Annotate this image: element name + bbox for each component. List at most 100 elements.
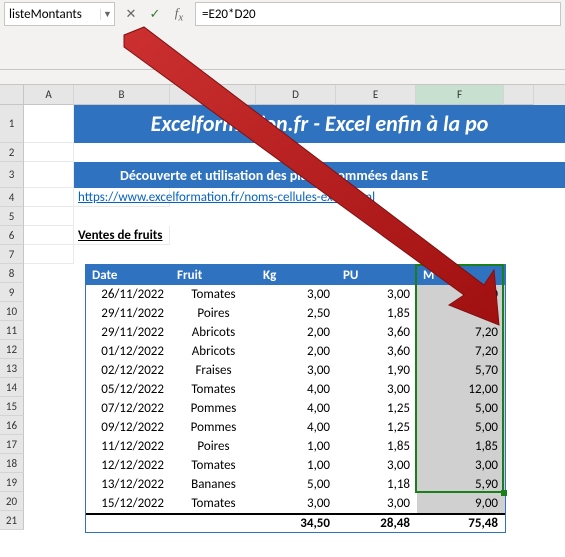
table-row[interactable]: 07/12/2022Pommes4,001,255,00 [86,399,505,418]
row-header[interactable]: 4 [0,188,24,207]
fill-handle[interactable] [501,490,507,496]
cell-pu[interactable]: 3,00 [337,285,417,304]
cell-fruit[interactable]: Tomates [171,380,257,399]
cell-fruit[interactable]: Pommes [171,399,257,418]
row-header[interactable]: 6 [0,226,24,245]
table-row[interactable]: 09/12/2022Pommes4,001,255,00 [86,418,505,437]
cell-fruit[interactable]: Tomates [171,456,257,475]
cell-pu[interactable]: 1,85 [337,304,417,323]
cell-date[interactable]: 12/12/2022 [86,456,171,475]
cell-m[interactable]: 1,85 [417,437,505,456]
table-row[interactable]: 26/11/2022Tomates3,003,009,00 [86,285,505,304]
cell-date[interactable]: 15/12/2022 [86,494,171,513]
cell-m[interactable]: 9,00 [417,285,505,304]
data-table[interactable]: Date Fruit Kg PU M 26/11/2022Tomates3,00… [85,264,506,533]
cell-kg[interactable]: 1,00 [257,456,337,475]
name-box-dropdown[interactable]: ▼ [100,9,114,20]
cell-fruit[interactable]: Tomates [171,494,257,513]
col-header[interactable]: C [170,85,256,105]
table-row[interactable]: 15/12/2022Tomates3,003,009,00 [86,494,505,513]
cell-kg[interactable]: 3,00 [257,285,337,304]
row-header[interactable]: 21 [0,511,24,530]
cell-kg[interactable]: 2,00 [257,342,337,361]
row-header[interactable]: 8 [0,264,24,283]
col-header[interactable] [504,85,534,105]
cell-kg[interactable]: 5,00 [257,475,337,494]
cell-fruit[interactable]: Poires [171,437,257,456]
cell-kg[interactable]: 2,50 [257,304,337,323]
row-header[interactable]: 18 [0,454,24,473]
row-header[interactable]: 19 [0,473,24,492]
cells[interactable]: Excelformation.fr - Excel enfin à la po … [24,105,565,530]
row-header[interactable]: 3 [0,162,24,188]
cell-pu[interactable]: 3,00 [337,494,417,513]
cell-fruit[interactable]: Poires [171,304,257,323]
col-header[interactable]: B [74,85,170,105]
table-row[interactable]: 12/12/2022Tomates1,003,003,00 [86,456,505,475]
confirm-icon[interactable]: ✓ [143,2,167,26]
cell-m[interactable]: 7,20 [417,323,505,342]
table-row[interactable]: 13/12/2022Bananes5,001,185,90 [86,475,505,494]
row-header[interactable]: 7 [0,245,24,264]
table-row[interactable]: 11/12/2022Poires1,001,851,85 [86,437,505,456]
cell-fruit[interactable]: Bananes [171,475,257,494]
table-row[interactable]: 01/12/2022Abricots2,003,607,20 [86,342,505,361]
cell-fruit[interactable]: Abricots [171,323,257,342]
cell-kg[interactable]: 4,00 [257,380,337,399]
cell-date[interactable]: 02/12/2022 [86,361,171,380]
row-header[interactable]: 15 [0,397,24,416]
cell-pu[interactable]: 3,00 [337,380,417,399]
cell-m[interactable]: 12,00 [417,380,505,399]
cell-pu[interactable]: 3,60 [337,323,417,342]
cell-fruit[interactable]: Abricots [171,342,257,361]
cell-m[interactable]: 7,20 [417,342,505,361]
cell-fruit[interactable]: Fraises [171,361,257,380]
cell-pu[interactable]: 1,25 [337,418,417,437]
cell-date[interactable]: 29/11/2022 [86,323,171,342]
row-header[interactable]: 17 [0,435,24,454]
row-header[interactable]: 16 [0,416,24,435]
row-header[interactable]: 5 [0,207,24,226]
col-header[interactable]: D [256,85,336,105]
cell-date[interactable]: 09/12/2022 [86,418,171,437]
row-header[interactable]: 13 [0,359,24,378]
cell-pu[interactable]: 1,85 [337,437,417,456]
cell-m[interactable]: 5,90 [417,475,505,494]
cell-date[interactable]: 29/11/2022 [86,304,171,323]
cell-fruit[interactable]: Pommes [171,418,257,437]
cell-pu[interactable]: 1,90 [337,361,417,380]
cell-kg[interactable]: 4,00 [257,399,337,418]
cell-date[interactable]: 05/12/2022 [86,380,171,399]
row-header[interactable]: 10 [0,302,24,321]
row-header[interactable]: 9 [0,283,24,302]
cell-m[interactable]: 9,00 [417,494,505,513]
cell-fruit[interactable]: Tomates [171,285,257,304]
tutorial-link[interactable]: https://www.excelformation.fr/noms-cellu… [78,190,375,205]
row-header[interactable]: 11 [0,321,24,340]
cell-pu[interactable]: 1,25 [337,399,417,418]
table-row[interactable]: 02/12/2022Fraises3,001,905,70 [86,361,505,380]
cell-kg[interactable]: 1,00 [257,437,337,456]
table-row[interactable]: 29/11/2022Poires2,501,854,63 [86,304,505,323]
select-all-corner[interactable] [0,85,24,105]
col-header[interactable]: F [416,85,504,105]
cell-kg[interactable]: 4,00 [257,418,337,437]
cell-date[interactable]: 11/12/2022 [86,437,171,456]
col-header[interactable]: A [24,85,74,105]
cell-pu[interactable]: 3,60 [337,342,417,361]
cell-m[interactable]: 5,70 [417,361,505,380]
cell-kg[interactable]: 3,00 [257,361,337,380]
name-box[interactable] [5,7,100,22]
cell-m[interactable]: 4,63 [417,304,505,323]
col-header[interactable]: E [336,85,416,105]
row-header[interactable]: 12 [0,340,24,359]
cell-kg[interactable]: 3,00 [257,494,337,513]
cancel-icon[interactable]: ✕ [119,2,143,26]
cell-date[interactable]: 01/12/2022 [86,342,171,361]
cell-m[interactable]: 5,00 [417,399,505,418]
row-header[interactable]: 1 [0,105,24,143]
cell-date[interactable]: 07/12/2022 [86,399,171,418]
table-row[interactable]: 05/12/2022Tomates4,003,0012,00 [86,380,505,399]
row-header[interactable]: 14 [0,378,24,397]
fx-icon[interactable]: fx [167,2,191,26]
